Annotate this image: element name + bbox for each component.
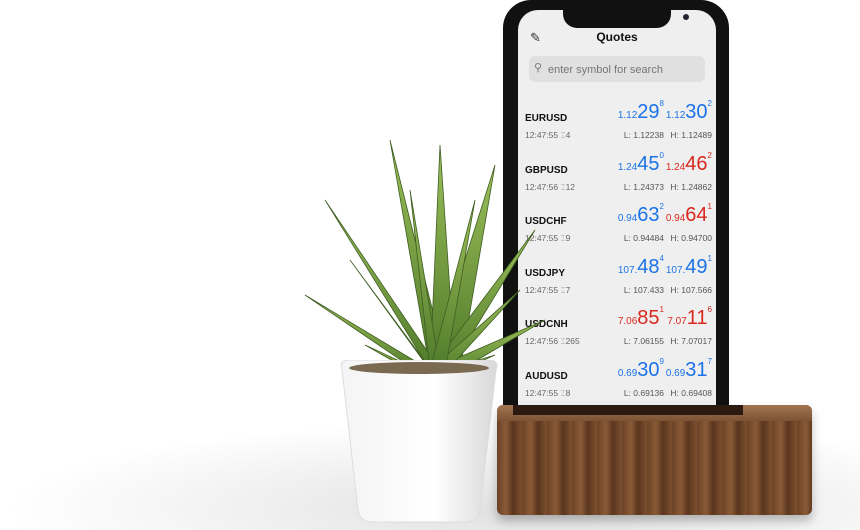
high-price: H: 1.12489 bbox=[670, 130, 712, 140]
price-prefix: 0.69 bbox=[665, 367, 686, 379]
stand-slot bbox=[513, 405, 743, 415]
spread: 12 bbox=[565, 181, 576, 192]
bid-price: 0.94632 bbox=[617, 202, 664, 227]
bid-price: 1.24450 bbox=[617, 150, 664, 176]
price-fraction: 1 bbox=[659, 305, 664, 314]
ask-price: 7.07116 bbox=[667, 305, 712, 330]
price-pips: 49 bbox=[685, 255, 708, 278]
price-prefix: 107. bbox=[617, 264, 638, 276]
succulent-plant bbox=[304, 139, 546, 383]
price-pips: 63 bbox=[637, 204, 660, 226]
low-price: L: 0.94484 bbox=[623, 233, 664, 243]
price-prefix: 1.24 bbox=[665, 161, 686, 173]
bid-price: 107.484 bbox=[617, 253, 664, 279]
price-pips: 48 bbox=[637, 255, 660, 278]
spread: 4 bbox=[565, 130, 571, 140]
price-prefix: 0.94 bbox=[617, 213, 638, 224]
price-fraction: 2 bbox=[659, 202, 664, 211]
bid-price: 7.06851 bbox=[617, 305, 664, 330]
price-prefix: 0.69 bbox=[617, 367, 638, 379]
price-fraction: 2 bbox=[707, 150, 712, 160]
high-price: H: 107.566 bbox=[670, 284, 712, 295]
search-bar[interactable]: ⚲ bbox=[529, 56, 705, 82]
flower-pot bbox=[340, 360, 498, 523]
search-icon: ⚲ bbox=[534, 62, 543, 74]
low-price: L: 1.24373 bbox=[623, 181, 664, 192]
price-pips: 29 bbox=[637, 101, 660, 123]
price-fraction: 1 bbox=[707, 202, 712, 211]
price-prefix: 1.24 bbox=[617, 161, 638, 173]
price-prefix: 0.94 bbox=[665, 213, 686, 224]
ask-price: 107.491 bbox=[665, 253, 712, 279]
bid-price: 1.12298 bbox=[617, 99, 664, 124]
price-fraction: 1 bbox=[707, 253, 712, 263]
price-prefix: 7.06 bbox=[617, 316, 638, 327]
price-prefix: 1.12 bbox=[665, 110, 686, 121]
high-price: H: 7.07017 bbox=[670, 336, 712, 346]
ask-price: 0.94641 bbox=[665, 202, 712, 227]
spread: 9 bbox=[565, 233, 571, 243]
price-prefix: 7.07 bbox=[667, 316, 687, 327]
spread: 265 bbox=[565, 336, 580, 346]
low-price: L: 107.433 bbox=[623, 284, 664, 295]
high-price: H: 0.69408 bbox=[670, 387, 712, 398]
ask-price: 1.24462 bbox=[665, 150, 712, 176]
page-title: Quotes bbox=[596, 30, 638, 44]
price-pips: 31 bbox=[685, 358, 708, 381]
spread: 8 bbox=[565, 387, 571, 398]
price-fraction: 4 bbox=[659, 253, 664, 263]
phone-notch bbox=[563, 10, 689, 28]
price-fraction: 0 bbox=[659, 150, 664, 160]
price-pips: 45 bbox=[637, 152, 660, 175]
ask-price: 1.12302 bbox=[665, 99, 712, 124]
bid-price: 0.69309 bbox=[617, 356, 664, 382]
price-fraction: 7 bbox=[707, 356, 712, 366]
high-price: H: 0.94700 bbox=[670, 233, 712, 243]
price-pips: 64 bbox=[685, 204, 708, 226]
price-pips: 30 bbox=[637, 358, 660, 381]
search-input[interactable] bbox=[546, 60, 700, 80]
price-prefix: 1.12 bbox=[617, 110, 638, 121]
price-fraction: 6 bbox=[707, 305, 712, 314]
price-fraction: 2 bbox=[707, 99, 712, 108]
ask-price: 0.69317 bbox=[665, 356, 712, 382]
wooden-phone-stand bbox=[497, 405, 812, 515]
price-fraction: 8 bbox=[659, 99, 664, 108]
price-pips: 85 bbox=[637, 307, 660, 329]
price-pips: 46 bbox=[685, 152, 708, 175]
price-prefix: 107. bbox=[665, 264, 686, 276]
price-fraction: 9 bbox=[659, 356, 664, 366]
high-price: H: 1.24862 bbox=[670, 181, 712, 192]
price-pips: 11 bbox=[686, 307, 708, 329]
camera bbox=[683, 14, 689, 20]
spread: 7 bbox=[565, 284, 571, 295]
low-price: L: 0.69136 bbox=[623, 387, 664, 398]
price-pips: 30 bbox=[685, 101, 708, 123]
low-price: L: 7.06155 bbox=[623, 336, 664, 346]
low-price: L: 1.12238 bbox=[623, 130, 664, 140]
